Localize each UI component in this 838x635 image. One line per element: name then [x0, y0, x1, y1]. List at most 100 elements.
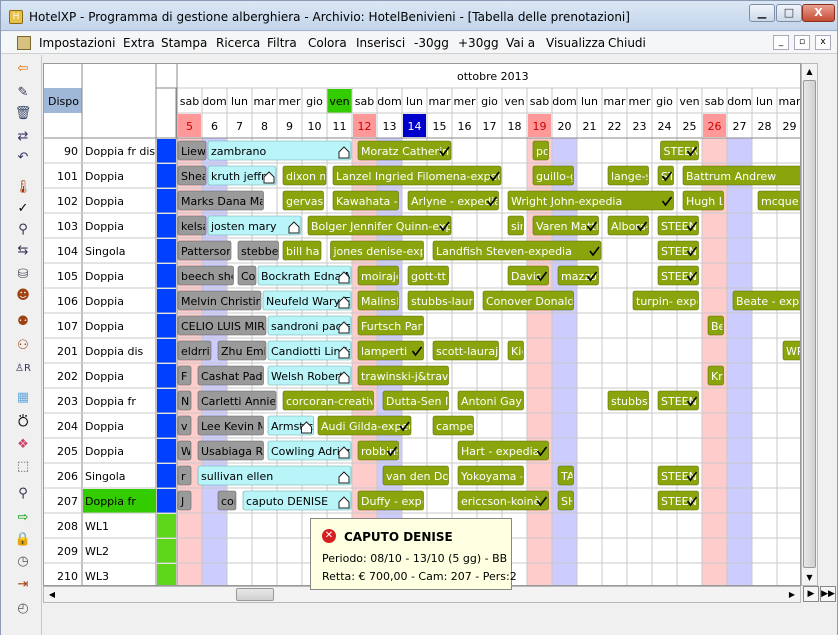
reservation-grid-canvas[interactable]: Dispoottobre 2013sab5dom6lun7mar8mer9gio…	[44, 64, 801, 586]
mdi-restore-button[interactable]: ▫	[794, 35, 810, 50]
page-navigation: ▶ ▶▶	[803, 586, 837, 603]
undo-icon[interactable]: ↶	[14, 149, 32, 167]
title-bar[interactable]: H HotelXP - Programma di gestione alberg…	[1, 1, 837, 31]
package-icon[interactable]: ⬚	[14, 458, 32, 476]
booking-label: CELIO LUIS MIRA	[181, 320, 272, 333]
maximize-button[interactable]: □	[776, 4, 802, 22]
door-icon[interactable]: ⇥	[14, 576, 32, 594]
room-status-cell[interactable]	[157, 239, 176, 263]
room-status-cell[interactable]	[157, 389, 176, 413]
close-button[interactable]: X	[802, 4, 835, 22]
room-status-cell[interactable]	[157, 439, 176, 463]
menu-extra[interactable]: Extra	[123, 36, 155, 50]
clock-icon[interactable]: ◷	[14, 553, 32, 571]
mdi-close-button[interactable]: x	[815, 35, 831, 50]
minimize-button[interactable]: ▁	[749, 4, 775, 22]
room-status-cell[interactable]	[157, 264, 176, 288]
weekday-label: ven	[329, 95, 349, 108]
room-status-cell[interactable]	[157, 289, 176, 313]
room-status-cell[interactable]	[157, 139, 176, 163]
arrow-back-icon[interactable]: ⇦	[14, 60, 32, 78]
tooltip-period: Periodo: 08/10 - 13/10 (5 gg) - BB	[322, 552, 508, 565]
menu-stampa[interactable]: Stampa	[161, 36, 207, 50]
booking-label: caputo DENISE	[246, 495, 328, 508]
menu-bar: Impostazioni Extra Stampa Ricerca Filtra…	[1, 32, 837, 54]
split-icon[interactable]: ⇄	[14, 128, 32, 146]
menu-visualizza[interactable]: Visualizza	[546, 36, 605, 50]
booking-label: Audi Gilda-expedia	[321, 420, 425, 433]
menu-impostazioni[interactable]: Impostazioni	[39, 36, 115, 50]
room-type: Doppia dis	[85, 345, 143, 358]
room-status-cell[interactable]	[157, 414, 176, 438]
menu-chiudi[interactable]: Chiudi	[608, 36, 646, 50]
reservation-grid[interactable]: Dispo ottobre 2013 sab 5 dom 6 lun 7 mar 8 mer 9 gio…	[43, 63, 801, 586]
scroll-up-arrow-icon[interactable]: ▲	[802, 64, 817, 79]
document-edit-icon[interactable]: ✎	[14, 84, 32, 102]
scroll-right-arrow-icon[interactable]: ▶	[784, 587, 800, 602]
room-status-cell[interactable]	[157, 339, 176, 363]
day-number-label: 13	[383, 120, 397, 133]
room-status-cell[interactable]	[157, 464, 176, 488]
room-status-cell[interactable]	[157, 214, 176, 238]
weekday-label: mer	[628, 95, 650, 108]
next-page-icon[interactable]: ▶	[803, 586, 819, 602]
colors-icon[interactable]: ❖	[14, 436, 32, 454]
mdi-minimize-button[interactable]: _	[773, 35, 789, 50]
room-change-icon[interactable]: ⇆	[14, 242, 32, 260]
booking-label: WRIG	[786, 345, 801, 358]
weekday-label: gio	[306, 95, 323, 108]
grid-icon[interactable]: ▦	[14, 389, 32, 407]
weekday-label: mar	[429, 95, 451, 108]
checkmark-icon[interactable]: ✓	[14, 200, 32, 218]
room-status-cell[interactable]	[157, 314, 176, 338]
vertical-scroll-thumb[interactable]	[803, 80, 816, 568]
room-status-cell[interactable]	[157, 489, 176, 513]
room-status-cell[interactable]	[157, 514, 176, 538]
day-number-label: 6	[211, 120, 218, 133]
last-page-icon[interactable]: ▶▶	[820, 586, 836, 602]
menu-minus-30gg[interactable]: -30gg	[414, 36, 449, 50]
menu-ricerca[interactable]: Ricerca	[216, 36, 260, 50]
document-menu-icon[interactable]	[17, 36, 31, 50]
thermometer-icon[interactable]: 🌡	[14, 179, 32, 197]
room-status-cell[interactable]	[157, 564, 176, 586]
menu-filtra[interactable]: Filtra	[267, 36, 297, 50]
day-number-label: 11	[333, 120, 347, 133]
room-status-cell[interactable]	[157, 539, 176, 563]
room-status-cell[interactable]	[157, 189, 176, 213]
trash-icon[interactable]: 🗑	[14, 105, 32, 123]
scroll-left-arrow-icon[interactable]: ◀	[44, 587, 60, 602]
menu-colora[interactable]: Colora	[308, 36, 347, 50]
weekday-label: dom	[727, 95, 751, 108]
group-check-icon[interactable]: ⚇	[14, 337, 32, 355]
booking-label: gott-tt	[411, 270, 447, 283]
room-status-cell[interactable]	[157, 164, 176, 188]
day-number-label: 8	[261, 120, 268, 133]
room-number: 210	[57, 570, 78, 583]
vertical-scrollbar[interactable]: ▲ ▼	[801, 63, 818, 586]
tooltip-rate: Retta: € 700,00 - Cam: 207 - Pers:2	[322, 570, 517, 583]
weekday-label: sab	[180, 95, 199, 108]
day-number-label: 25	[683, 120, 697, 133]
database-icon[interactable]: ⛁	[14, 266, 32, 284]
binoculars-icon[interactable]: ⛣	[14, 413, 32, 431]
weekday-label: sab	[355, 95, 374, 108]
menu-inserisci[interactable]: Inserisci	[356, 36, 405, 50]
group-icon[interactable]: ⚉	[14, 313, 32, 331]
lock-icon[interactable]: 🔒	[14, 531, 32, 549]
guest-r-icon[interactable]: ♙R	[14, 360, 32, 378]
menu-plus-30gg[interactable]: +30gg	[458, 36, 499, 50]
room-status-cell[interactable]	[157, 364, 176, 388]
person-icon[interactable]: ☻	[14, 287, 32, 305]
scroll-down-arrow-icon[interactable]: ▼	[802, 570, 817, 585]
booking-label: F	[181, 370, 187, 383]
menu-vai-a[interactable]: Vai a	[506, 36, 535, 50]
horizontal-scroll-thumb[interactable]	[236, 588, 274, 601]
magnifier-icon[interactable]: ⚲	[14, 485, 32, 503]
broom-icon[interactable]: ⚲	[14, 221, 32, 239]
day-number-label: 28	[758, 120, 772, 133]
room-type: Doppia fr	[85, 395, 136, 408]
timer-icon[interactable]: ◴	[14, 600, 32, 618]
booking-bar[interactable]	[177, 490, 192, 511]
exit-icon[interactable]: ⇨	[14, 509, 32, 527]
